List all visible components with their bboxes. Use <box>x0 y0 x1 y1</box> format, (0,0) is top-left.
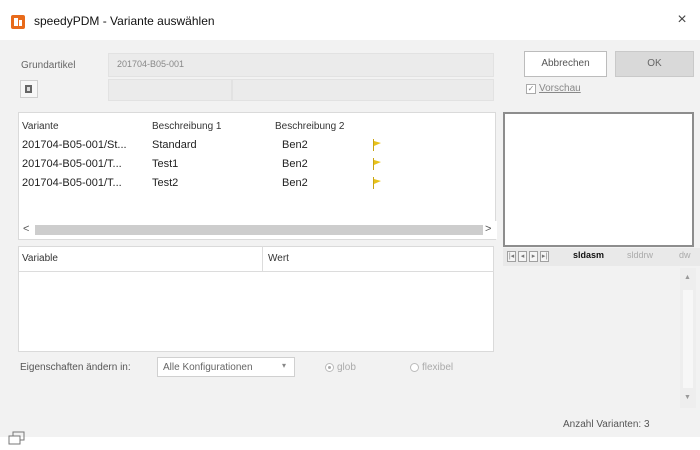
preview-tab-strip: |◂ ◂ ▸ ▸| sldasm slddrw dw <box>503 248 700 266</box>
preview-vertical-scrollbar[interactable]: ▲ ▼ <box>680 268 696 408</box>
column-header-variante[interactable]: Variante <box>22 121 59 132</box>
tab-dw[interactable]: dw <box>679 250 691 260</box>
preview-checkbox[interactable]: ✓ Vorschau <box>526 83 581 94</box>
cancel-button[interactable]: Abbrechen <box>524 51 607 77</box>
variant-name: 201704-B05-001/T... <box>22 158 122 170</box>
change-properties-label: Eigenschaften ändern in: <box>20 362 131 373</box>
column-header-wert[interactable]: Wert <box>268 253 289 264</box>
variant-description-1: Test1 <box>152 158 179 170</box>
list-horizontal-scrollbar[interactable]: < > <box>19 221 497 239</box>
variant-description-2: Ben2 <box>282 177 308 189</box>
scroll-thumb[interactable] <box>683 290 693 388</box>
checkbox-check-icon[interactable]: ✓ <box>526 83 536 94</box>
tab-prev-icon[interactable]: ◂ <box>518 251 527 262</box>
speedypdm-logo-icon <box>11 15 25 29</box>
chevron-down-icon: ▾ <box>281 361 286 370</box>
tab-slddrw[interactable]: slddrw <box>627 250 653 260</box>
variant-description-2: Ben2 <box>282 139 308 151</box>
grundartikel-label: Grundartikel <box>21 60 76 71</box>
tab-next-icon[interactable]: ▸ <box>529 251 538 262</box>
grundartikel-open-button[interactable] <box>20 80 38 98</box>
flag-icon <box>373 158 381 170</box>
properties-grid-header: Variable Wert <box>18 246 494 272</box>
variant-description-1: Test2 <box>152 177 179 189</box>
radio-unselected-icon[interactable] <box>410 363 419 372</box>
variant-description-2: Ben2 <box>282 158 308 170</box>
radio-global-label: glob <box>337 362 356 373</box>
window-restore-icon <box>8 431 25 445</box>
radio-global[interactable]: glob <box>325 362 356 373</box>
column-header-beschreibung-1[interactable]: Beschreibung 1 <box>152 121 222 132</box>
scroll-up-icon[interactable]: ▲ <box>684 274 691 281</box>
radio-flexibel[interactable]: flexibel <box>410 362 453 373</box>
window-title: speedyPDM - Variante auswählen <box>34 14 215 28</box>
tab-last-icon[interactable]: ▸| <box>540 251 549 262</box>
title-bar: speedyPDM - Variante auswählen × <box>0 0 700 40</box>
column-divider <box>262 246 263 272</box>
flag-icon <box>373 139 381 151</box>
preview-checkbox-label: Vorschau <box>539 83 581 94</box>
scroll-down-icon[interactable]: ▼ <box>684 394 691 401</box>
ok-button[interactable]: OK <box>615 51 694 77</box>
configuration-select-value: Alle Konfigurationen <box>163 362 253 373</box>
scroll-left-icon[interactable]: < <box>23 223 29 235</box>
book-icon <box>25 85 32 93</box>
configuration-select[interactable]: Alle Konfigurationen ▾ <box>157 357 295 377</box>
info-field-1 <box>108 79 232 101</box>
column-header-variable[interactable]: Variable <box>22 253 58 264</box>
variant-name: 201704-B05-001/St... <box>22 139 127 151</box>
info-field-2 <box>232 79 494 101</box>
variant-count-status: Anzahl Varianten: 3 <box>563 419 650 430</box>
flag-icon <box>373 177 381 189</box>
variant-select-dialog: speedyPDM - Variante auswählen × Grundar… <box>0 0 700 437</box>
tab-first-icon[interactable]: |◂ <box>507 251 516 262</box>
close-icon[interactable]: × <box>672 10 692 30</box>
preview-pane <box>503 112 694 247</box>
radio-flexibel-label: flexibel <box>422 362 454 373</box>
grundartikel-value: 201704-B05-001 <box>117 59 185 69</box>
variant-name: 201704-B05-001/T... <box>22 177 122 189</box>
scroll-thumb[interactable] <box>35 225 483 235</box>
grundartikel-field: 201704-B05-001 <box>108 53 494 77</box>
variant-description-1: Standard <box>152 139 197 151</box>
radio-selected-icon[interactable] <box>325 363 334 372</box>
column-header-beschreibung-2[interactable]: Beschreibung 2 <box>275 121 345 132</box>
tab-sldasm[interactable]: sldasm <box>573 250 604 260</box>
scroll-right-icon[interactable]: > <box>485 223 491 235</box>
